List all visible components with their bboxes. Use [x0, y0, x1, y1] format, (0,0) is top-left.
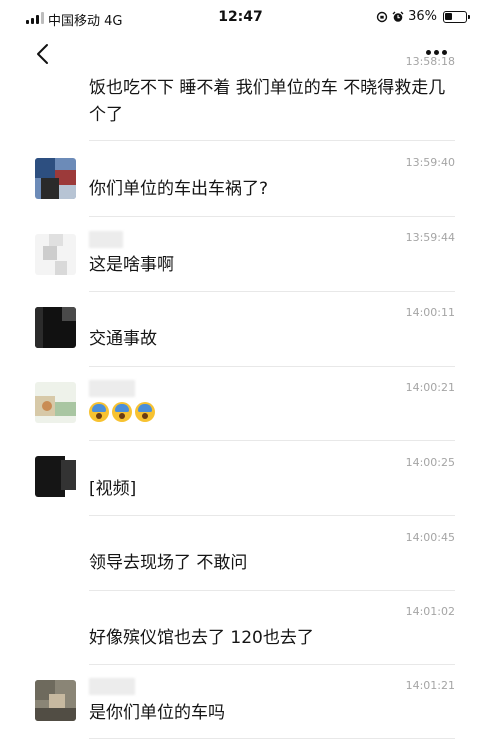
message-time: 13:58:18 — [405, 55, 455, 68]
chevron-left-icon — [37, 44, 48, 64]
status-bar: 中国移动 4G 12:47 36% — [0, 0, 481, 36]
avatar-image — [35, 456, 76, 497]
alarm-icon — [392, 11, 404, 22]
avatar-image — [35, 307, 76, 348]
divider — [89, 291, 455, 292]
avatar-image — [35, 680, 76, 721]
screaming-face-icon — [112, 402, 132, 422]
message-time: 14:01:21 — [405, 679, 455, 692]
message-time: 14:00:11 — [405, 306, 455, 319]
divider — [89, 440, 455, 441]
orientation-lock-icon — [376, 11, 388, 22]
divider — [89, 664, 455, 665]
divider — [89, 738, 455, 739]
message-text[interactable]: 好像殡仪馆也去了 120也去了 — [89, 625, 459, 652]
avatar-image — [35, 382, 76, 423]
avatar[interactable] — [35, 234, 76, 275]
status-right: 36% — [376, 9, 470, 24]
avatar[interactable] — [35, 307, 76, 348]
sender-name — [89, 231, 123, 248]
back-button[interactable] — [32, 42, 56, 66]
message-text[interactable]: 是你们单位的车吗 — [89, 700, 459, 727]
battery-percent: 36% — [408, 9, 437, 24]
sender-name — [89, 678, 135, 695]
divider — [89, 216, 455, 217]
avatar-image — [35, 158, 76, 199]
message-text[interactable]: 饭也吃不下 睡不着 我们单位的车 不晓得救走几个了 — [89, 75, 459, 129]
message-time: 14:00:25 — [405, 456, 455, 469]
more-dot-icon — [434, 49, 439, 55]
message-text[interactable]: 这是啥事啊 — [89, 252, 459, 279]
message-text[interactable]: 你们单位的车出车祸了? — [89, 176, 459, 203]
battery-level-fill — [445, 12, 452, 20]
message-text[interactable]: [视频] — [89, 476, 459, 503]
divider — [89, 140, 455, 141]
more-dot-icon — [442, 49, 447, 55]
avatar[interactable] — [35, 680, 76, 721]
message-text[interactable] — [89, 401, 459, 428]
sender-name — [89, 380, 135, 397]
message-text[interactable]: 领导去现场了 不敢问 — [89, 550, 459, 577]
avatar-image — [35, 234, 76, 275]
message-text[interactable]: 交通事故 — [89, 326, 459, 353]
divider — [89, 590, 455, 591]
screaming-face-icon — [89, 402, 109, 422]
screaming-face-icon — [135, 402, 155, 422]
message-time: 13:59:44 — [405, 231, 455, 244]
avatar[interactable] — [35, 456, 76, 497]
more-dot-icon — [426, 49, 431, 55]
avatar[interactable] — [35, 158, 76, 199]
message-time: 13:59:40 — [405, 156, 455, 169]
avatar[interactable] — [35, 382, 76, 423]
message-time: 14:00:45 — [405, 531, 455, 544]
divider — [89, 366, 455, 367]
message-time: 14:01:02 — [405, 605, 455, 618]
message-time: 14:00:21 — [405, 381, 455, 394]
battery-icon — [443, 10, 470, 23]
emoji-row — [89, 402, 158, 424]
divider — [89, 515, 455, 516]
